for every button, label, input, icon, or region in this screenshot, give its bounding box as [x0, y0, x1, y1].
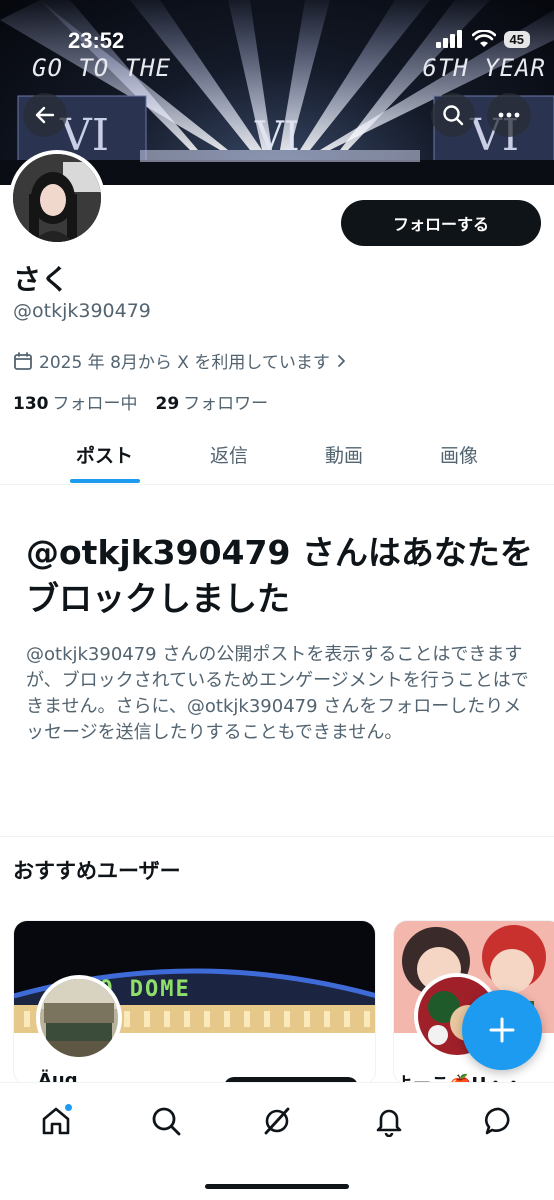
more-button[interactable] — [487, 93, 531, 137]
section-divider — [0, 836, 554, 837]
followers-link[interactable]: 29 フォロワー — [156, 389, 269, 414]
blocked-description: @otkjk390479 さんの公開ポストを表示することはできますが、ブロックさ… — [26, 644, 529, 743]
back-button[interactable] — [23, 93, 67, 137]
tab-replies[interactable]: 返信 — [210, 441, 248, 468]
plus-icon — [489, 1017, 515, 1043]
grok-icon — [264, 1107, 290, 1135]
status-time: 23:52 — [68, 28, 125, 53]
nav-notifications[interactable] — [369, 1101, 409, 1141]
card-avatar-photo — [40, 979, 118, 1057]
active-tab-indicator — [70, 479, 140, 483]
nav-messages[interactable] — [479, 1101, 519, 1141]
more-icon — [498, 112, 520, 118]
bottom-navigation — [0, 1082, 554, 1200]
status-icons: 45 — [435, 30, 530, 48]
following-count: 130 — [13, 394, 49, 414]
avatar-photo — [13, 154, 101, 242]
message-icon — [484, 1107, 510, 1135]
notification-dot — [64, 1103, 73, 1112]
wifi-icon — [471, 30, 496, 47]
blocked-title: @otkjk390479 さんはあなたをブロックしました — [26, 533, 533, 618]
compose-button[interactable] — [462, 990, 542, 1070]
search-button[interactable] — [431, 93, 475, 137]
follow-button[interactable]: フォローする — [341, 200, 541, 246]
bell-icon — [376, 1109, 402, 1137]
battery-indicator: 45 — [503, 30, 530, 48]
following-link[interactable]: 130 フォロー中 — [13, 389, 138, 414]
calendar-icon — [14, 351, 32, 370]
profile-avatar[interactable] — [9, 150, 105, 246]
search-icon — [152, 1107, 181, 1136]
display-name: さく — [13, 263, 70, 296]
nav-home[interactable] — [36, 1101, 76, 1141]
home-indicator — [205, 1184, 349, 1189]
recommended-title: おすすめユーザー — [13, 859, 181, 883]
nav-search[interactable] — [146, 1101, 186, 1141]
profile-handle: @otkjk390479 — [13, 300, 151, 322]
profile-tabs: ポスト 返信 動画 画像 — [0, 425, 554, 485]
tab-videos[interactable]: 動画 — [325, 441, 363, 468]
search-icon — [443, 105, 464, 126]
chevron-right-icon — [337, 354, 345, 367]
nav-grok[interactable] — [257, 1101, 297, 1141]
followers-label: フォロワー — [183, 394, 269, 414]
joined-date[interactable]: 2025 年 8月から X を利用しています — [13, 348, 348, 373]
tab-posts[interactable]: ポスト — [76, 441, 133, 468]
follow-stats: 130 フォロー中 29 フォロワー — [13, 389, 268, 414]
card-avatar — [36, 975, 122, 1061]
arrow-left-icon — [35, 106, 55, 124]
joined-text: 2025 年 8月から X を利用しています — [39, 353, 330, 373]
signal-icon — [435, 30, 462, 48]
status-bar: 23:52 45 — [0, 0, 554, 70]
tab-images[interactable]: 画像 — [440, 441, 478, 468]
recommended-user-card[interactable]: YO DOME — [13, 920, 376, 1085]
followers-count: 29 — [155, 394, 180, 414]
following-label: フォロー中 — [52, 394, 138, 414]
